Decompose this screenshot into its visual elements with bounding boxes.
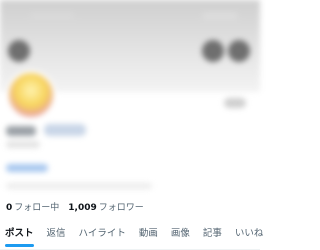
header-status-blurred <box>202 12 238 20</box>
profile-tabs: ポスト 返信 ハイライト 動画 画像 記事 いいね <box>0 219 263 250</box>
tab-likes[interactable]: いいね <box>235 219 264 239</box>
tab-highlights[interactable]: ハイライト <box>79 219 126 239</box>
tab-images[interactable]: 画像 <box>171 219 190 239</box>
follow-stats: 0 フォロー中 1,009 フォロワー <box>6 199 144 213</box>
avatar[interactable] <box>6 70 56 120</box>
followers-link[interactable]: 1,009 フォロワー <box>68 200 143 213</box>
header-title-blurred <box>30 12 74 20</box>
followers-label: フォロワー <box>98 202 144 213</box>
handle-blurred <box>6 141 40 148</box>
following-count: 0 <box>6 202 13 213</box>
tab-videos[interactable]: 動画 <box>139 219 158 239</box>
followers-count: 1,009 <box>68 202 97 213</box>
tab-posts[interactable]: ポスト <box>5 219 34 247</box>
following-label: フォロー中 <box>14 202 60 213</box>
more-icon[interactable] <box>228 40 250 62</box>
badge-blurred <box>44 124 86 136</box>
following-link[interactable]: 0 フォロー中 <box>6 200 59 213</box>
profile-link-blurred[interactable] <box>6 164 48 172</box>
search-icon[interactable] <box>202 40 224 62</box>
tab-articles[interactable]: 記事 <box>203 219 222 239</box>
bio-blurred <box>6 183 152 189</box>
display-name-blurred <box>6 126 36 136</box>
back-icon[interactable] <box>8 40 30 62</box>
follow-button-blurred[interactable] <box>224 98 246 108</box>
tab-replies[interactable]: 返信 <box>47 219 66 239</box>
